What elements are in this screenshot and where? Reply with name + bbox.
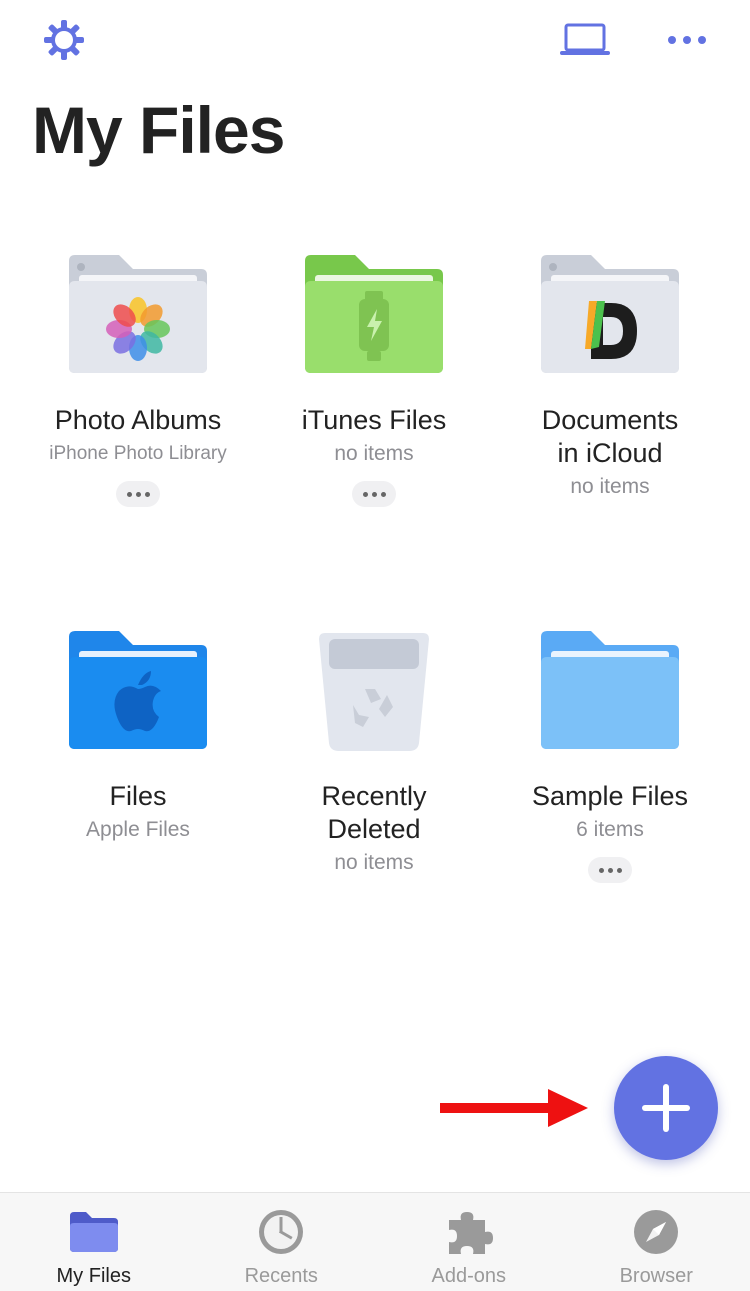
folder-sample-files[interactable]: Sample Files 6 items: [492, 618, 728, 883]
tab-my-files[interactable]: My Files: [0, 1193, 188, 1291]
clock-icon: [258, 1209, 304, 1255]
folder-name: Files: [20, 780, 256, 813]
laptop-icon: [558, 22, 612, 58]
folder-menu-button[interactable]: [352, 481, 396, 507]
folder-name: Sample Files: [492, 780, 728, 813]
gear-icon: [42, 18, 86, 62]
tab-bar: My Files Recents Add-ons B: [0, 1192, 750, 1291]
tab-browser[interactable]: Browser: [563, 1193, 750, 1291]
tab-label: Add-ons: [375, 1265, 563, 1288]
apple-files-folder-icon: [67, 623, 209, 753]
settings-button[interactable]: [40, 16, 88, 64]
folder-documents-in-icloud[interactable]: Documents in iCloud no items: [492, 242, 728, 500]
compass-icon: [633, 1209, 679, 1255]
folder-subtitle: no items: [256, 850, 492, 876]
more-options-button[interactable]: [662, 20, 712, 60]
folder-recently-deleted[interactable]: Recently Deleted no items: [256, 618, 492, 876]
folder-name: iTunes Files: [256, 404, 492, 437]
tab-recents[interactable]: Recents: [188, 1193, 376, 1291]
ellipsis-icon: [667, 35, 707, 45]
folder-apple-files[interactable]: Files Apple Files: [20, 618, 256, 843]
tab-label: My Files: [0, 1265, 188, 1288]
icloud-folder-icon: [539, 247, 681, 377]
folder-itunes-files[interactable]: iTunes Files no items: [256, 242, 492, 507]
folder-subtitle: no items: [492, 474, 728, 500]
itunes-folder-icon: [303, 247, 445, 377]
puzzle-icon: [445, 1208, 493, 1256]
trash-icon: [303, 623, 445, 753]
folder-subtitle: iPhone Photo Library: [20, 441, 256, 467]
tab-label: Recents: [188, 1265, 376, 1288]
folder-name: Photo Albums: [20, 404, 256, 437]
folder-name: Documents in iCloud: [492, 404, 728, 470]
add-button[interactable]: [614, 1056, 718, 1160]
folder-subtitle: no items: [256, 441, 492, 467]
folder-name: Recently Deleted: [256, 780, 492, 846]
page-title: My Files: [32, 92, 284, 168]
folder-menu-button[interactable]: [116, 481, 160, 507]
connect-computer-button[interactable]: [556, 20, 614, 60]
plus-icon: [640, 1082, 692, 1134]
folder-icon: [68, 1210, 120, 1254]
annotation-arrow: [440, 1088, 590, 1128]
folder-menu-button[interactable]: [588, 857, 632, 883]
folder-subtitle: Apple Files: [20, 817, 256, 843]
top-bar: [0, 0, 750, 80]
folder-subtitle: 6 items: [492, 817, 728, 843]
tab-label: Browser: [563, 1265, 750, 1288]
tab-add-ons[interactable]: Add-ons: [375, 1193, 563, 1291]
folder-icon: [539, 623, 681, 753]
folder-photo-albums[interactable]: Photo Albums iPhone Photo Library: [20, 242, 256, 507]
photos-folder-icon: [67, 247, 209, 377]
